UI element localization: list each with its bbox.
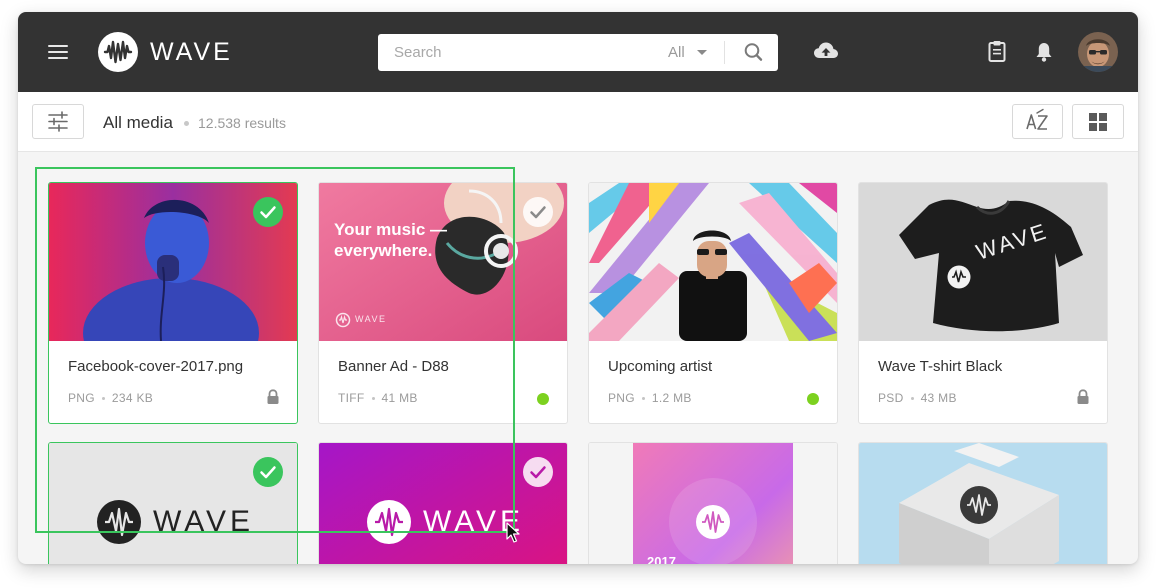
sort-az-button[interactable] <box>1012 104 1063 139</box>
media-format: PNG <box>68 391 95 405</box>
media-name: Banner Ad - D88 <box>338 358 449 375</box>
top-bar: WAVE All <box>18 12 1138 92</box>
toolbar: All media 12.538 results <box>18 92 1138 152</box>
media-card[interactable]: WAVE <box>48 442 298 564</box>
media-card[interactable] <box>858 442 1108 564</box>
media-card[interactable]: Facebook-cover-2017.png PNG 234 KB <box>48 182 298 424</box>
clipboard-icon[interactable] <box>988 40 1006 62</box>
grid-view-icon <box>1089 113 1107 131</box>
brand-name: WAVE <box>150 38 233 66</box>
media-meta: PNG 234 KB <box>68 391 153 405</box>
user-avatar[interactable] <box>1078 32 1118 72</box>
search-filter-dropdown[interactable]: All <box>668 34 724 71</box>
app-window: WAVE All <box>18 12 1138 564</box>
media-card[interactable]: WAVE <box>318 442 568 564</box>
thumbnail-year: 2017 <box>647 554 676 564</box>
lock-icon <box>1076 389 1090 405</box>
bell-icon[interactable] <box>1035 41 1053 63</box>
thumbnail-brand: WAVE <box>355 314 387 324</box>
search-button[interactable] <box>730 34 778 71</box>
thumbnail-headline-line2: everywhere. <box>334 241 433 260</box>
media-thumbnail <box>589 183 837 341</box>
media-name: Facebook-cover-2017.png <box>68 358 244 375</box>
search-icon <box>744 43 763 61</box>
media-card[interactable]: Upcoming artist PNG 1.2 MB <box>588 182 838 424</box>
unchecked-check-icon[interactable] <box>523 197 553 227</box>
media-size: 234 KB <box>111 391 154 405</box>
media-card[interactable]: 2017 <box>588 442 838 564</box>
sliders-icon <box>48 111 68 132</box>
media-thumbnail: WAVE <box>859 183 1107 341</box>
media-meta: PNG 1.2 MB <box>608 391 692 405</box>
lock-icon <box>266 389 280 405</box>
media-name: Upcoming artist <box>608 358 713 375</box>
grid-view-button[interactable] <box>1072 104 1124 139</box>
search-filter-label: All <box>668 44 685 61</box>
media-thumbnail <box>859 443 1107 564</box>
media-format: PNG <box>608 391 635 405</box>
mouse-cursor-icon <box>506 522 522 544</box>
media-format: PSD <box>878 391 904 405</box>
media-meta: TIFF 41 MB <box>338 391 418 405</box>
results-count: 12.538 results <box>198 115 286 131</box>
media-size: 43 MB <box>920 391 957 405</box>
media-thumbnail: 2017 <box>589 443 837 564</box>
title-separator <box>184 121 189 126</box>
upload-cloud-icon[interactable] <box>813 40 839 62</box>
thumbnail-brand: WAVE <box>153 505 255 538</box>
media-format: TIFF <box>338 391 365 405</box>
media-size: 41 MB <box>381 391 418 405</box>
thumbnail-headline: Your music — everywhere. <box>334 219 447 261</box>
chevron-down-icon <box>697 50 707 55</box>
search-bar: All <box>378 34 778 71</box>
unchecked-check-icon[interactable] <box>523 457 553 487</box>
media-meta: PSD 43 MB <box>878 391 957 405</box>
media-card[interactable]: WAVE Wave T-shirt Black PSD 43 MB <box>858 182 1108 424</box>
status-online-dot <box>537 393 549 405</box>
status-online-dot <box>807 393 819 405</box>
media-card[interactable]: Your music — everywhere. WAVE Banner Ad … <box>318 182 568 424</box>
page-title: All media <box>103 113 173 132</box>
search-divider <box>724 41 725 64</box>
wave-logo-icon[interactable] <box>98 32 138 72</box>
media-name: Wave T-shirt Black <box>878 358 1003 375</box>
sort-az-icon <box>1026 108 1048 130</box>
selected-check-icon[interactable] <box>253 197 283 227</box>
thumbnail-headline-line1: Your music — <box>334 220 448 239</box>
selected-check-icon[interactable] <box>253 457 283 487</box>
filter-button[interactable] <box>32 104 84 139</box>
media-size: 1.2 MB <box>651 391 692 405</box>
search-input[interactable] <box>378 34 648 71</box>
menu-icon[interactable] <box>48 45 68 59</box>
